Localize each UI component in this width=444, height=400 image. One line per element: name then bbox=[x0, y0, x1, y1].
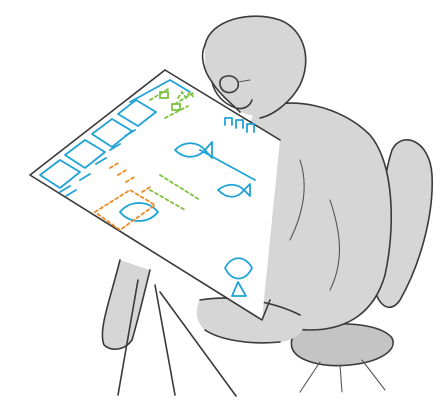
illustration-scene bbox=[29, 15, 433, 397]
